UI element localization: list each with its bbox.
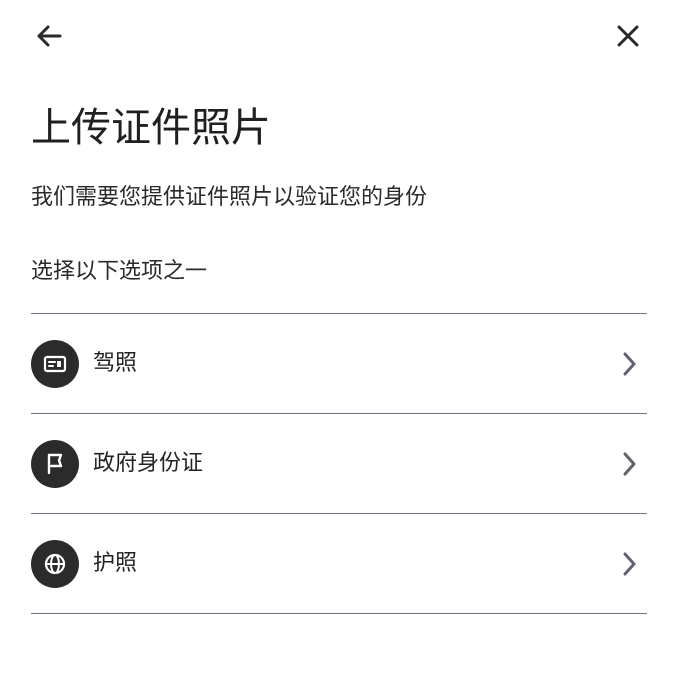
id-card-icon <box>43 355 67 372</box>
back-button[interactable] <box>29 16 69 56</box>
option-label: 驾照 <box>93 350 138 376</box>
flag-icon <box>47 453 63 474</box>
chevron-right-icon <box>619 350 639 378</box>
close-icon <box>617 25 639 47</box>
option-label: 护照 <box>93 550 138 576</box>
arrow-left-icon <box>37 25 62 47</box>
options-prompt: 选择以下选项之一 <box>31 259 208 284</box>
document-options-list: 驾照 政府身份证 护照 <box>31 313 647 614</box>
option-icon-circle <box>31 339 79 388</box>
page-subtitle: 我们需要您提供证件照片以验证您的身份 <box>31 185 428 210</box>
option-passport[interactable]: 护照 <box>31 514 647 614</box>
globe-icon <box>44 553 66 574</box>
chevron-right-icon <box>619 550 639 578</box>
option-drivers-license[interactable]: 驾照 <box>31 314 647 414</box>
option-government-id[interactable]: 政府身份证 <box>31 414 647 514</box>
chevron-right-icon <box>619 450 639 478</box>
top-bar <box>0 0 676 72</box>
option-icon-circle <box>31 539 79 588</box>
option-label: 政府身份证 <box>93 450 204 476</box>
page-title: 上传证件照片 <box>31 105 271 151</box>
close-button[interactable] <box>608 16 648 56</box>
option-icon-circle <box>31 439 79 488</box>
